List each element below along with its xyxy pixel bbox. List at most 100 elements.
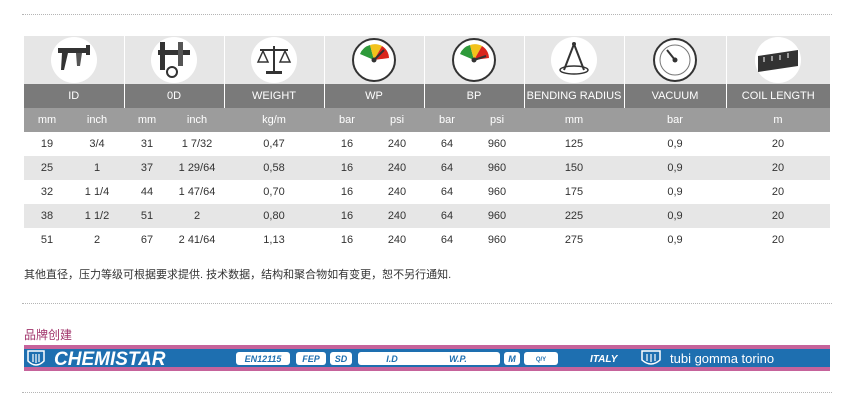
unit-cell: bar xyxy=(424,108,470,132)
table-cell: 20 xyxy=(726,204,830,228)
table-cell: 0,70 xyxy=(263,186,285,198)
table-cell: 64 xyxy=(440,234,454,246)
table-cell: 960 xyxy=(470,156,524,180)
table-cell: 240 xyxy=(387,234,407,246)
table-cell: 240 xyxy=(370,204,424,228)
tag-m: M xyxy=(508,354,516,364)
table-cell: 240 xyxy=(387,186,407,198)
table-cell: 125 xyxy=(564,138,584,150)
unit-cell: inch xyxy=(70,108,124,132)
table-cell: 1 47/64 xyxy=(178,186,216,198)
table-cell: 20 xyxy=(771,186,785,198)
table-cell: 225 xyxy=(524,204,624,228)
unit-cell: m xyxy=(726,108,830,132)
table-cell: 0,9 xyxy=(667,234,683,246)
middle-divider xyxy=(22,303,832,304)
table-cell: 1 29/64 xyxy=(170,156,224,180)
tag-qy: Q/Y xyxy=(536,357,546,363)
product-name: CHEMISTAR xyxy=(54,349,166,370)
table-cell: 960 xyxy=(487,138,507,150)
table-cell: 44 xyxy=(140,186,154,198)
icon-cell-bp xyxy=(423,36,524,84)
icon-cell-vacuum xyxy=(623,36,726,84)
table-cell: 67 xyxy=(140,234,154,246)
bending-radius-icon xyxy=(551,37,597,83)
table-cell: 175 xyxy=(564,186,584,198)
unit-cell: mm xyxy=(24,108,70,132)
unit-cell: kg/m xyxy=(224,108,324,132)
unit-cell: mm xyxy=(124,108,170,132)
table-row: 19 3/4 31 1 7/32 0,47 16 240 64 960 125 0,9 20 xyxy=(24,132,830,156)
table-cell: 1 1/4 xyxy=(84,186,110,198)
table-row: 38 1 1/2 51 2 0,80 16 240 64 960 225 0,9 20 xyxy=(24,204,830,228)
table-cell: 64 xyxy=(424,204,470,228)
unit-cell: psi xyxy=(470,108,524,132)
table-cell: 31 xyxy=(140,138,154,150)
table-row: 51 2 67 2 41/64 1,13 16 240 64 960 275 0,9 20 xyxy=(24,228,830,252)
table-cell: 16 xyxy=(340,138,354,150)
tag-sd: SD xyxy=(335,354,348,364)
top-divider xyxy=(22,14,832,15)
table-row: 25 1 37 1 29/64 0,58 16 240 64 960 150 0,9 20 xyxy=(24,156,830,180)
unit-cell: psi xyxy=(370,108,424,132)
unit-cell: bar xyxy=(624,108,726,132)
table-cell: 32 xyxy=(40,186,54,198)
bottom-divider xyxy=(22,392,832,393)
header-wp: WP xyxy=(323,84,424,108)
table-body: 19 3/4 31 1 7/32 0,47 16 240 64 960 125 0,9 20 25 1 37… xyxy=(24,132,830,252)
table-cell: 1 7/32 xyxy=(181,138,213,150)
header-weight: WEIGHT xyxy=(223,84,324,108)
table-cell: 51 xyxy=(124,204,170,228)
unit-cell: mm xyxy=(524,108,624,132)
table-cell: 150 xyxy=(524,156,624,180)
unit-cell: bar xyxy=(324,108,370,132)
table-cell: 2 xyxy=(170,204,224,228)
unit-cell: inch xyxy=(170,108,224,132)
table-cell: 64 xyxy=(440,138,454,150)
pressure-gauge-icon xyxy=(452,38,496,82)
icon-cell-coil-length xyxy=(725,36,830,84)
header-vacuum: VACUUM xyxy=(623,84,726,108)
header-id: ID xyxy=(24,84,124,108)
table-cell: 20 xyxy=(771,234,785,246)
header-bending-radius: BENDING RADIUS xyxy=(523,84,624,108)
specification-table: ID 0D WEIGHT WP BP BENDING RADIUS VACUUM… xyxy=(24,36,830,252)
header-od: 0D xyxy=(123,84,224,108)
company-name: tubi gomma torino xyxy=(670,351,774,366)
table-cell: 275 xyxy=(564,234,584,246)
icon-cell-bending-radius xyxy=(523,36,624,84)
country-label: ITALY xyxy=(590,354,619,365)
icon-cell-wp xyxy=(323,36,424,84)
tag-en12115: EN12115 xyxy=(245,354,283,364)
brand-section-title: 品牌创建 xyxy=(24,328,73,342)
table-cell: 64 xyxy=(440,186,454,198)
table-cell: 0,47 xyxy=(263,138,285,150)
table-cell: 0,58 xyxy=(224,156,324,180)
table-cell: 1 1/2 xyxy=(70,204,124,228)
table-row: 32 1 1/4 44 1 47/64 0,70 16 240 64 960 175 0,9 20 xyxy=(24,180,830,204)
table-cell: 16 xyxy=(340,186,354,198)
icon-row xyxy=(24,36,830,84)
table-cell: 25 xyxy=(24,156,70,180)
table-cell: 960 xyxy=(487,234,507,246)
tag-wp: W.P. xyxy=(449,354,467,364)
table-cell: 51 xyxy=(40,234,54,246)
table-cell: 960 xyxy=(487,186,507,198)
chemistar-banner: CHEMISTAR EN12115 FEP SD I.D W.P. M Q/Y … xyxy=(24,345,830,371)
table-cell: 240 xyxy=(370,156,424,180)
table-cell: 0,9 xyxy=(667,186,683,198)
table-cell: 20 xyxy=(726,156,830,180)
header-bp: BP xyxy=(423,84,524,108)
table-cell: 0,9 xyxy=(667,138,683,150)
table-cell: 0,9 xyxy=(624,204,726,228)
table-cell: 64 xyxy=(424,156,470,180)
table-cell: 960 xyxy=(470,204,524,228)
scale-icon xyxy=(251,37,297,83)
unit-row: mm inch mm inch kg/m bar psi bar psi mm … xyxy=(24,108,830,132)
table-cell: 240 xyxy=(387,138,407,150)
table-cell: 16 xyxy=(324,204,370,228)
pressure-gauge-icon xyxy=(352,38,396,82)
table-cell: 37 xyxy=(124,156,170,180)
table-cell: 2 xyxy=(93,234,101,246)
table-cell: 1 xyxy=(70,156,124,180)
